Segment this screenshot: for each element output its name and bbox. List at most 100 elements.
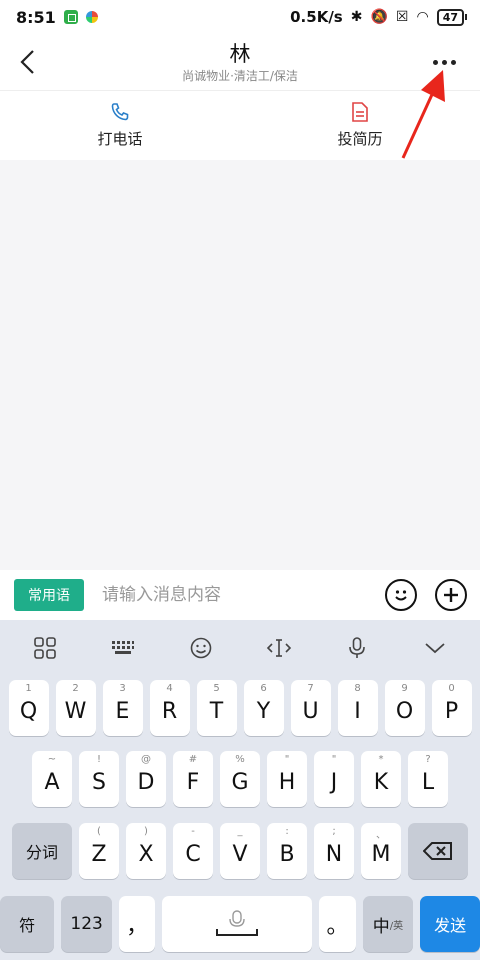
key-b[interactable]: :B [267,823,307,879]
page-title: 林 [229,42,251,66]
voice-input-button[interactable] [335,628,379,668]
key-d[interactable]: @ D [126,751,166,807]
key-letter: L [421,769,435,795]
network-speed: 0.5K/s [290,8,343,26]
key-hint: @ [141,754,151,765]
key-letter: Q [19,698,38,724]
send-key[interactable]: 发送 [420,896,480,952]
key-letter: D [137,769,155,795]
cursor-edit-button[interactable] [257,628,301,668]
key-hint: ? [425,754,431,765]
key-letter: P [444,698,459,724]
emoji-button[interactable] [385,579,417,611]
keyboard-row-4: 符 123 ， 。 中/英 发送 [0,896,480,952]
keyboard-emoji-button[interactable] [179,628,223,668]
key-e[interactable]: 3E [102,680,143,736]
key-hint: * [378,754,384,765]
more-attachments-button[interactable] [435,579,467,611]
key-hint: 1 [25,683,32,694]
key-letter: C [185,841,201,867]
symbol-key[interactable]: 符 [0,896,55,952]
key-hint: - [191,826,195,837]
key-p[interactable]: 0P [431,680,472,736]
key-hint: " [284,754,290,765]
key-k[interactable]: * K [361,751,401,807]
mute-icon: 🔕 [370,9,388,25]
language-switch-key[interactable]: 中/英 [362,896,414,952]
more-icon-dot [441,59,447,65]
key-letter: U [302,698,319,724]
key-hint: 4 [166,683,173,694]
word-segment-key[interactable]: 分词 [12,823,72,879]
key-a[interactable]: ~ A [32,751,72,807]
microphone-icon [349,637,365,658]
key-z[interactable]: (Z [79,823,119,879]
key-x[interactable]: ) X [126,823,166,879]
key-g[interactable]: % G [220,751,260,807]
more-icon [432,59,438,65]
key-letter: W [64,698,87,724]
key-i[interactable]: 8I [337,680,378,736]
key-hint: 、 [376,830,386,841]
key-letter: I [354,698,361,724]
key-n[interactable]: ; N [314,823,354,879]
comma-key[interactable]: ， [118,896,156,952]
key-hint: 7 [307,683,314,694]
call-button[interactable]: 打电话 [0,91,240,160]
key-hint: _ [237,826,243,837]
key-hint: " [331,754,337,765]
keyboard-row-3: 分词 (Z) X - C _ V: B; N、 M [0,823,480,879]
key-letter: B [279,841,295,867]
backspace-key[interactable] [408,823,468,879]
key-letter: N [325,841,343,867]
key-letter: K [373,769,389,795]
key-l[interactable]: ? L [408,751,448,807]
key-y[interactable]: 6Y [243,680,284,736]
key-hint: ! [96,754,101,765]
key-hint: 9 [401,683,408,694]
language-sub-label: /英 [389,920,404,932]
app-notification-icon-2 [85,11,98,23]
keyboard-layout-button[interactable] [101,628,145,668]
key-letter: H [278,769,296,795]
keyboard-apps-button[interactable] [23,628,67,668]
key-o[interactable]: 9O [384,680,425,736]
key-r[interactable]: 4R [149,680,190,736]
key-letter: S [92,769,106,795]
resume-icon [352,102,368,122]
common-phrases-button[interactable]: 常用语 [14,579,84,611]
key-hint: ; [332,826,336,837]
language-main-label: 中 [372,916,390,937]
keyboard-icon [112,641,134,654]
key-letter: J [330,769,338,795]
app-notification-icon [63,10,78,24]
key-letter: T [209,698,224,724]
emoji-icon [395,590,407,601]
key-letter: F [186,769,200,795]
key-hint: 0 [448,683,455,694]
key-t[interactable]: 5T [196,680,237,736]
key-c[interactable]: -C [173,823,213,879]
key-q[interactable]: 1Q [8,680,49,736]
key-j[interactable]: " J [314,751,354,807]
key-w[interactable]: 2W [55,680,96,736]
number-key[interactable]: 123 [61,896,112,952]
key-u[interactable]: 7U [290,680,331,736]
keyboard-row-2: ~ A! S @ D # F% G " H " J * K? L [0,751,480,807]
message-input-bar: 常用语 [0,570,480,620]
space-key[interactable] [162,896,313,952]
space-mic-icon [216,910,259,936]
key-s[interactable]: ! S [79,751,119,807]
battery-icon: 47 [436,8,468,26]
message-input[interactable] [102,585,362,605]
chat-message-area[interactable] [0,160,480,570]
hide-keyboard-button[interactable] [413,628,457,668]
key-v[interactable]: _ V [220,823,260,879]
key-hint: 6 [260,683,267,694]
keyboard-toolbar [0,620,480,676]
key-h[interactable]: " H [267,751,307,807]
key-m[interactable]: 、 M [361,823,401,879]
key-f[interactable]: # F [173,751,213,807]
text-cursor-icon [266,639,292,657]
period-key[interactable]: 。 [319,896,356,952]
